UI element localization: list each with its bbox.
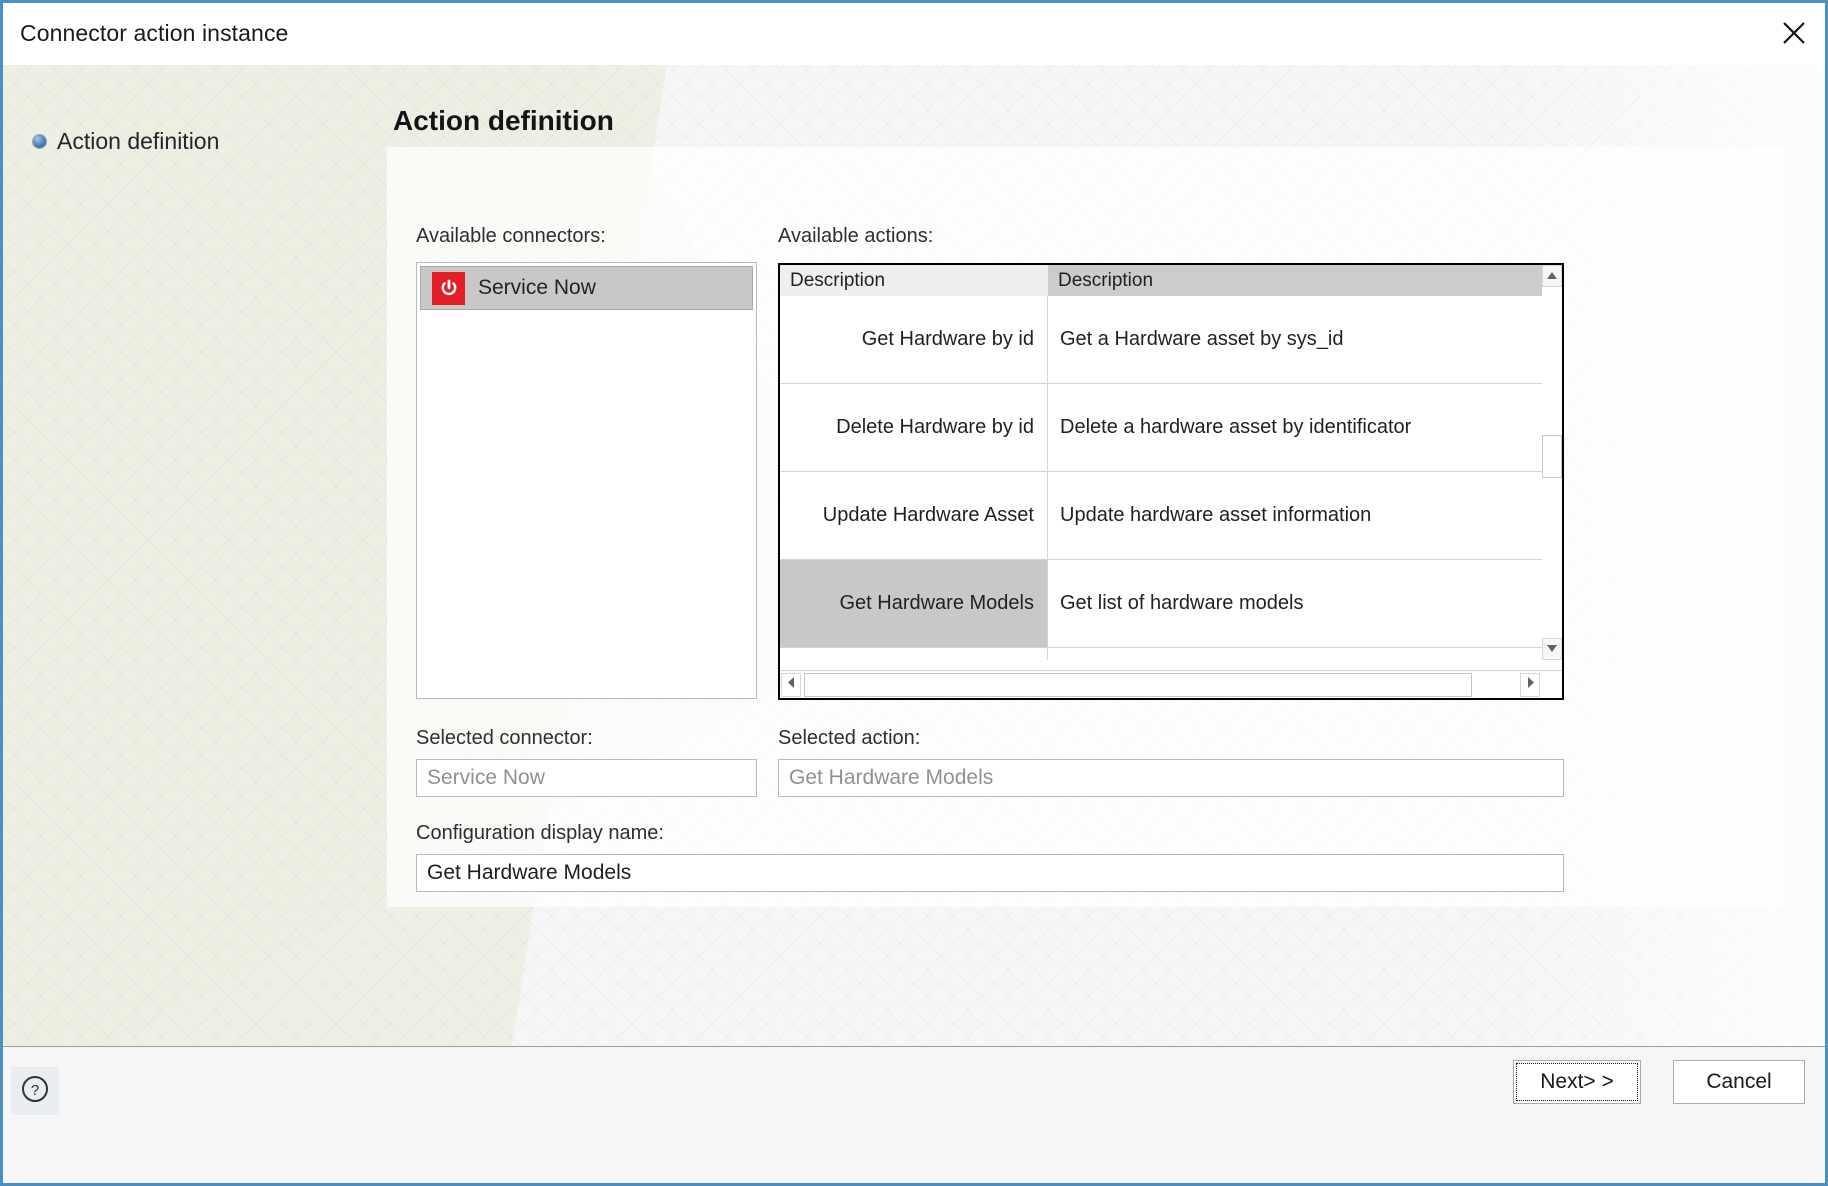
- table-row[interactable]: Delete Hardware by id Delete a hardware a…: [780, 384, 1542, 472]
- table-row[interactable]: Get Hardware Models Get list of hardware …: [780, 560, 1542, 648]
- table-body: Get Hardware by id Get a Hardware asset b…: [780, 296, 1542, 660]
- connector-item-label: Service Now: [478, 276, 596, 299]
- horizontal-scrollbar-thumb[interactable]: [804, 673, 1472, 697]
- available-actions-table[interactable]: Description Description Get Hardware by …: [778, 263, 1564, 700]
- horizontal-scrollbar[interactable]: [780, 670, 1562, 698]
- page-title: Action definition: [393, 105, 614, 136]
- window-title: Connector action instance: [20, 20, 289, 46]
- selected-connector-label: Selected connector:: [416, 727, 593, 749]
- table-header-row: Description Description: [780, 265, 1562, 296]
- action-name-cell: Update Hardware Asset: [780, 472, 1048, 559]
- dialog-body: Action definition Action definition Avai…: [3, 65, 1825, 1121]
- table-row[interactable]: Search LicenseRetrieves multiple records…: [780, 648, 1542, 660]
- next-button[interactable]: Next> >: [1513, 1060, 1641, 1104]
- connector-list-item-service-now[interactable]: Service Now: [420, 266, 753, 310]
- available-connectors-label: Available connectors:: [416, 225, 606, 247]
- triangle-down-icon: [1546, 640, 1558, 658]
- connector-action-instance-dialog: Connector action instance Action definit…: [0, 0, 1828, 1186]
- table-row[interactable]: Get Hardware by id Get a Hardware asset b…: [780, 296, 1542, 384]
- table-row[interactable]: Update Hardware Asset Update hardware ass…: [780, 472, 1542, 560]
- action-description-cell: Delete a hardware asset by identificator: [1060, 415, 1412, 438]
- dialog-footer: ? Next> > Cancel: [3, 1047, 1825, 1183]
- scroll-up-button[interactable]: [1542, 265, 1562, 287]
- sidebar-item-label: Action definition: [57, 128, 220, 154]
- sidebar-item-action-definition[interactable]: Action definition: [33, 128, 219, 155]
- cancel-button-label: Cancel: [1706, 1070, 1772, 1093]
- svg-text:?: ?: [31, 1082, 39, 1099]
- triangle-left-icon: [787, 676, 796, 694]
- column-header-description[interactable]: Description: [1048, 265, 1542, 296]
- available-actions-label: Available actions:: [778, 225, 934, 247]
- available-connectors-list[interactable]: Service Now: [416, 262, 757, 699]
- next-button-label: Next> >: [1540, 1070, 1614, 1093]
- cancel-button[interactable]: Cancel: [1673, 1060, 1805, 1104]
- vertical-scrollbar-thumb[interactable]: [1542, 435, 1562, 478]
- action-name-cell: Search License: [780, 648, 1048, 660]
- close-button[interactable]: [1763, 3, 1825, 63]
- triangle-right-icon: [1526, 676, 1535, 694]
- action-description-cell: Get a Hardware asset by sys_id: [1060, 327, 1344, 350]
- wizard-sidebar: Action definition: [3, 65, 393, 1121]
- action-name-cell: Get Hardware by id: [780, 296, 1048, 383]
- vertical-scrollbar[interactable]: [1542, 265, 1562, 660]
- triangle-up-icon: [1546, 267, 1558, 285]
- help-question-icon: ?: [20, 1074, 50, 1109]
- scroll-down-button[interactable]: [1542, 638, 1562, 660]
- column-header-name[interactable]: Description: [780, 265, 1048, 296]
- scroll-right-button[interactable]: [1520, 673, 1540, 697]
- main-panel: Action definition Available connectors: …: [387, 65, 1825, 1121]
- selected-action-label: Selected action:: [778, 727, 921, 749]
- configuration-display-name-input[interactable]: Get Hardware Models: [416, 854, 1564, 892]
- selected-action-input[interactable]: Get Hardware Models: [778, 759, 1564, 797]
- selected-connector-input[interactable]: Service Now: [416, 759, 757, 797]
- blue-sphere-bullet-icon: [33, 135, 46, 148]
- action-description-cell: Get list of hardware models: [1060, 591, 1304, 614]
- action-description-cell: Retrieves multiple records for the licen…: [1048, 648, 1542, 660]
- close-icon: [1781, 20, 1807, 46]
- action-name-cell: Get Hardware Models: [780, 560, 1048, 647]
- title-bar: Connector action instance: [3, 3, 1825, 65]
- scroll-left-button[interactable]: [781, 673, 801, 697]
- content-card: Available connectors: Service Now Availa: [387, 147, 1783, 907]
- action-name-cell: Delete Hardware by id: [780, 384, 1048, 471]
- action-description-cell: Update hardware asset information: [1060, 503, 1372, 526]
- power-icon: [432, 271, 465, 305]
- help-button[interactable]: ?: [11, 1067, 59, 1115]
- configuration-display-name-label: Configuration display name:: [416, 822, 664, 844]
